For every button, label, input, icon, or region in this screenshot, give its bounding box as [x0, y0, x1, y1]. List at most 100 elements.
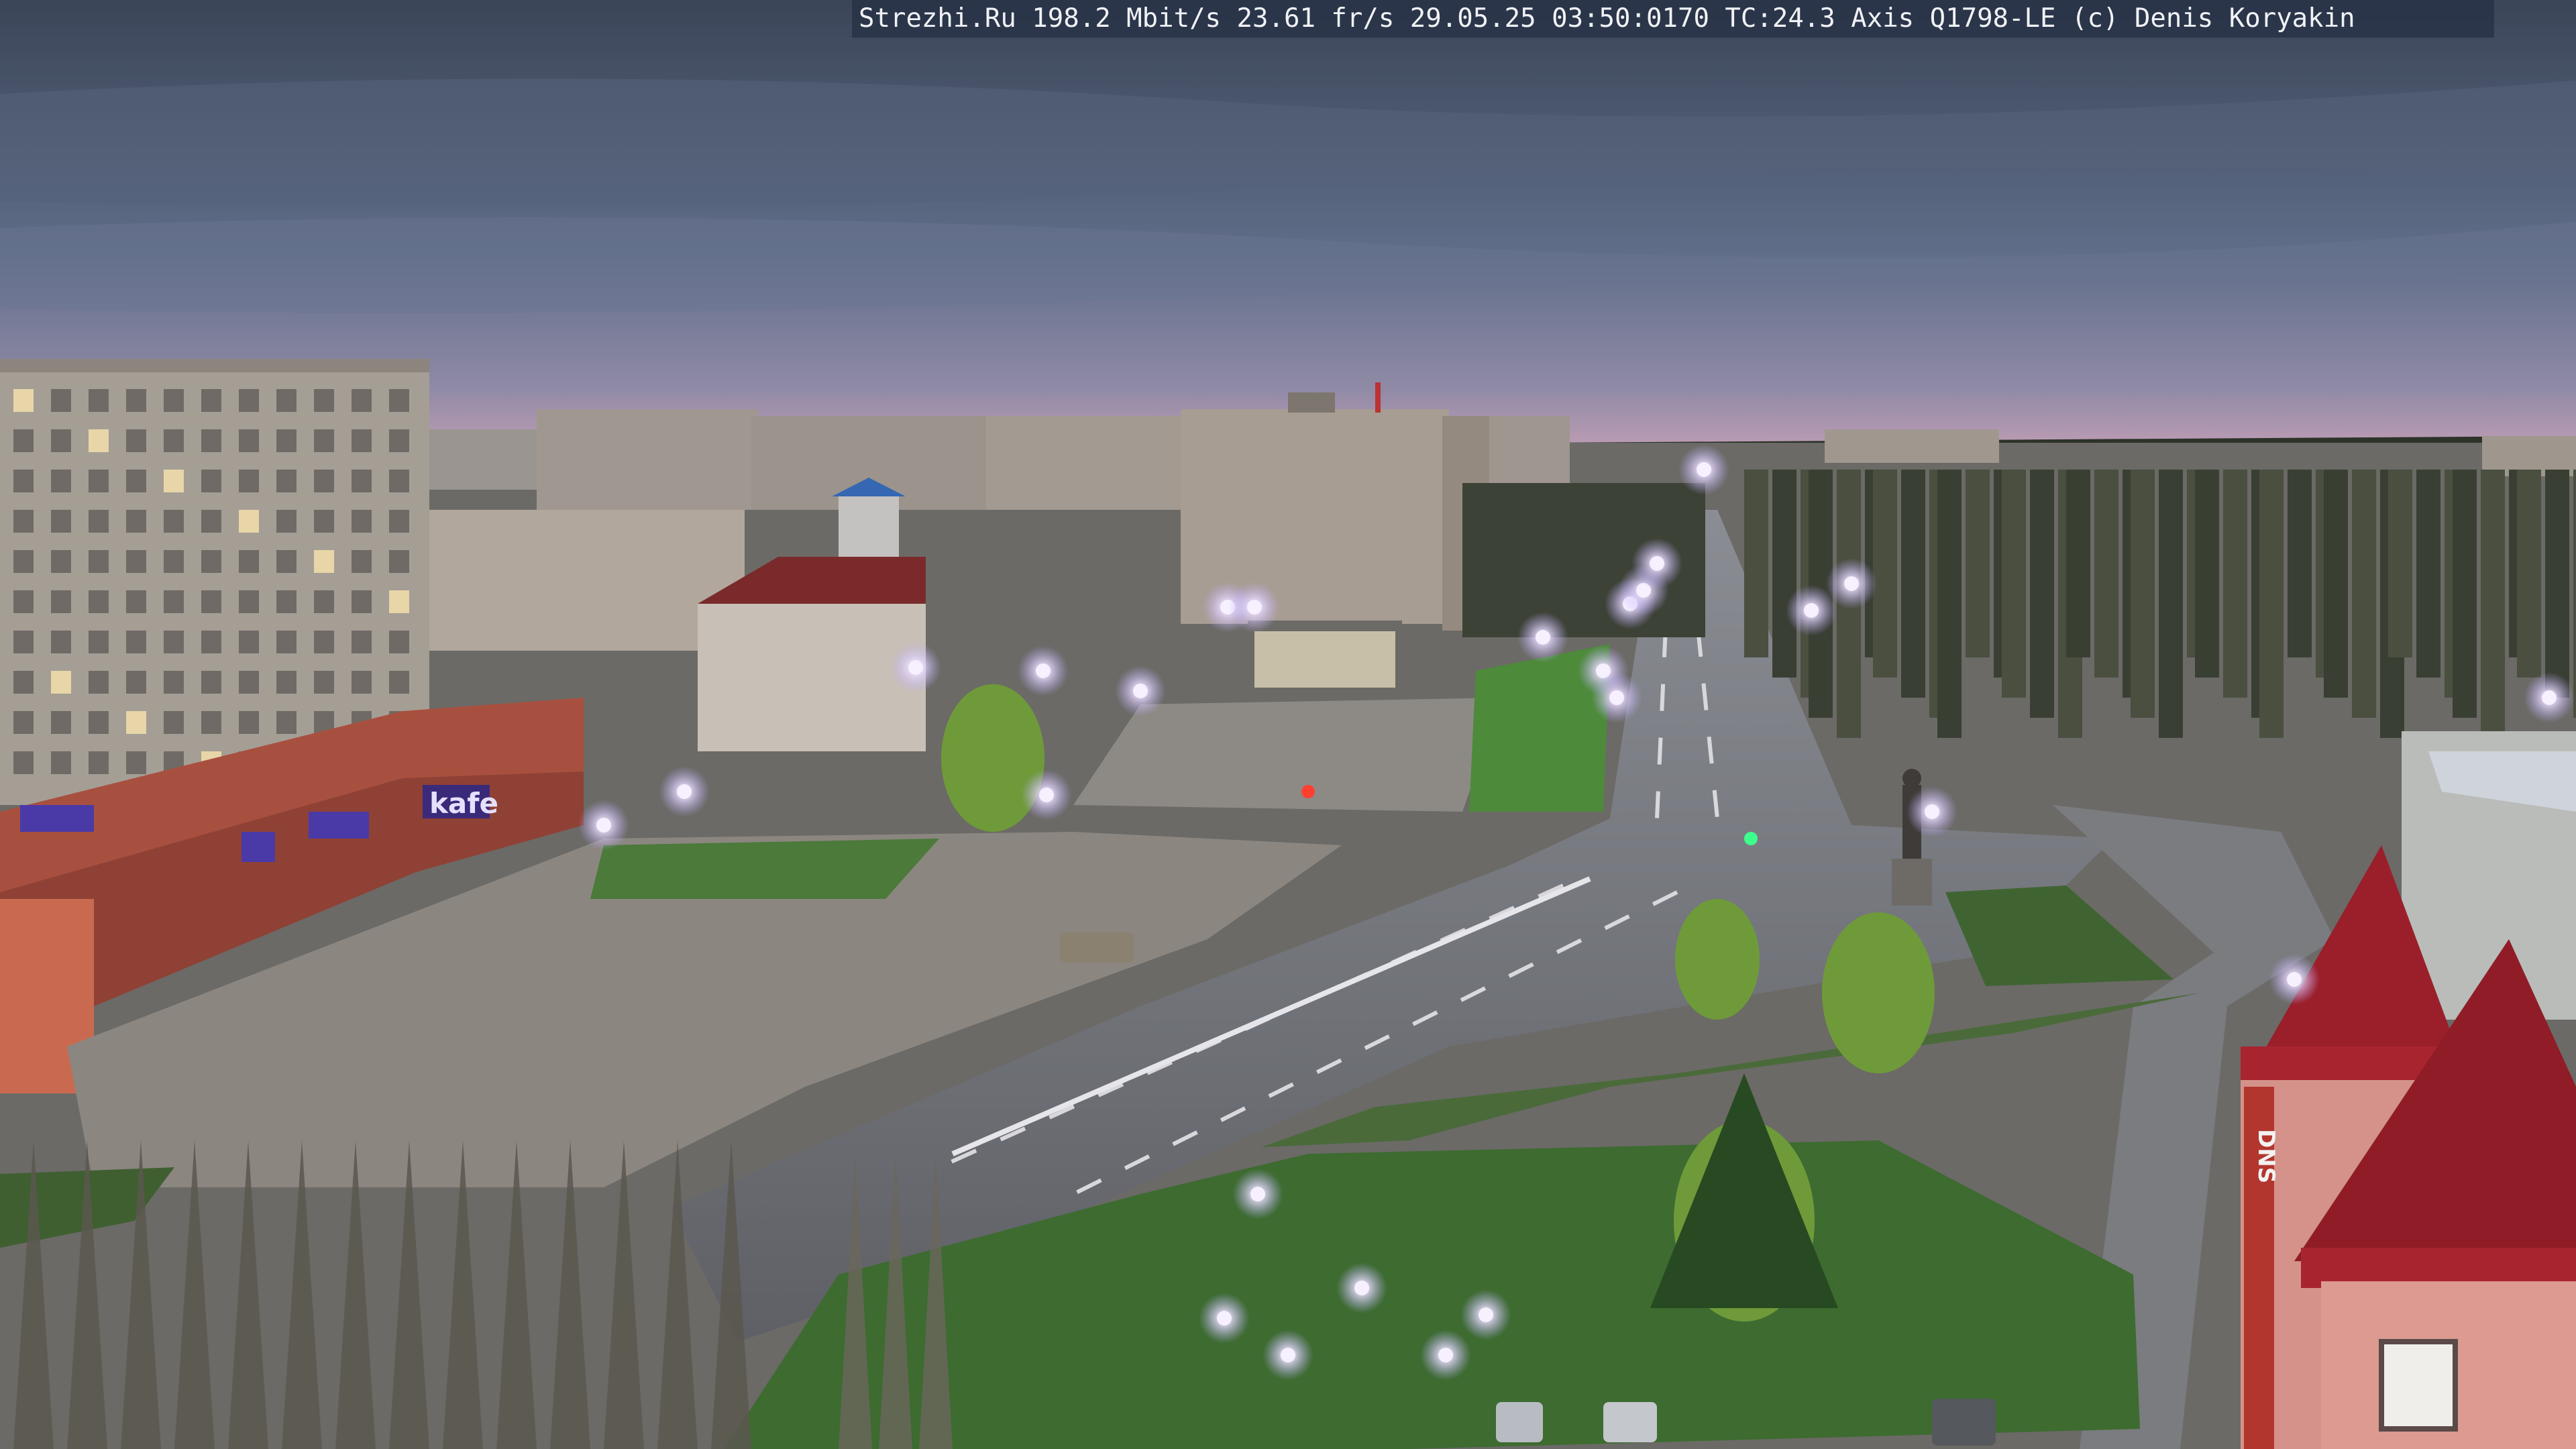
- lawn-left: [590, 839, 939, 899]
- park-tree: [1937, 470, 1962, 738]
- window: [89, 510, 109, 533]
- park-tree: [1462, 483, 1472, 637]
- window: [314, 590, 334, 613]
- window: [89, 389, 109, 412]
- window: [164, 631, 184, 653]
- window: [126, 389, 146, 412]
- park-tree: [1495, 483, 1504, 637]
- park-tree: [1772, 470, 1796, 678]
- window: [352, 550, 372, 573]
- window: [51, 711, 71, 734]
- window: [201, 590, 221, 613]
- park-tree: [2453, 470, 2477, 718]
- park-tree: [2094, 470, 2118, 678]
- park-tree: [1479, 483, 1488, 637]
- window: [239, 590, 259, 613]
- park-tree: [2030, 470, 2054, 718]
- mid-left-building: [429, 510, 745, 651]
- window: [239, 671, 259, 694]
- park-tree: [2517, 470, 2541, 678]
- window: [126, 470, 146, 492]
- window: [51, 671, 71, 694]
- window: [352, 631, 372, 653]
- window: [89, 470, 109, 492]
- window: [276, 671, 297, 694]
- window: [126, 550, 146, 573]
- park-tree: [2223, 470, 2247, 698]
- window: [314, 550, 334, 573]
- window: [164, 389, 184, 412]
- pavilion: [1254, 627, 1395, 688]
- window: [164, 550, 184, 573]
- park-tree: [1519, 483, 1528, 637]
- park-tree: [2324, 470, 2348, 698]
- park-tree: [1688, 483, 1697, 637]
- window: [389, 510, 409, 533]
- leafy-tree: [1822, 912, 1935, 1073]
- lamp: [1217, 1311, 1232, 1326]
- lamp: [1804, 603, 1819, 618]
- lamp: [1438, 1348, 1453, 1362]
- window: [126, 631, 146, 653]
- park-tree: [1901, 470, 1925, 698]
- window: [164, 470, 184, 492]
- window: [389, 429, 409, 452]
- window: [201, 711, 221, 734]
- park-tree: [2002, 470, 2026, 698]
- window: [51, 389, 71, 412]
- dns-sign: DNS: [2253, 1129, 2279, 1183]
- lamp: [1650, 556, 1664, 571]
- lamp: [1844, 576, 1859, 591]
- window: [89, 631, 109, 653]
- window: [164, 590, 184, 613]
- window: [352, 671, 372, 694]
- lamp: [1039, 788, 1054, 802]
- park-tree: [2352, 470, 2376, 718]
- lamp: [908, 660, 923, 675]
- lamp: [1609, 690, 1624, 705]
- window: [89, 751, 109, 774]
- window: [51, 550, 71, 573]
- window: [389, 631, 409, 653]
- lamp: [1036, 663, 1051, 678]
- park-tree: [1873, 470, 1897, 678]
- park-tree: [1966, 470, 1990, 657]
- window: [389, 470, 409, 492]
- red-roof-building: [698, 557, 926, 751]
- window: [51, 429, 71, 452]
- window: [51, 751, 71, 774]
- window: [276, 590, 297, 613]
- window: [389, 550, 409, 573]
- window: [389, 671, 409, 694]
- window: [314, 470, 334, 492]
- window: [126, 711, 146, 734]
- park-tree: [2416, 470, 2440, 678]
- window: [51, 590, 71, 613]
- window: [13, 711, 34, 734]
- camera-info-overlay: Strezhi.Ru 198.2 Mbit/s 23.61 fr/s 29.05…: [852, 0, 2494, 38]
- park-tree: [1559, 483, 1568, 637]
- lamp: [1250, 1187, 1265, 1201]
- lamp: [1536, 630, 1550, 645]
- window: [51, 631, 71, 653]
- park-tree: [1511, 483, 1520, 637]
- window: [13, 429, 34, 452]
- lamp: [1925, 804, 1939, 819]
- window: [201, 389, 221, 412]
- window: [239, 631, 259, 653]
- window: [126, 510, 146, 533]
- window: [314, 631, 334, 653]
- window: [89, 550, 109, 573]
- window: [276, 429, 297, 452]
- park-tree: [1575, 483, 1585, 637]
- park-tree: [2288, 470, 2312, 657]
- window: [239, 389, 259, 412]
- window: [276, 550, 297, 573]
- window: [201, 510, 221, 533]
- window: [276, 631, 297, 653]
- window: [314, 510, 334, 533]
- window: [276, 510, 297, 533]
- window: [201, 470, 221, 492]
- lamp: [1697, 462, 1711, 477]
- park-tree: [1696, 483, 1705, 637]
